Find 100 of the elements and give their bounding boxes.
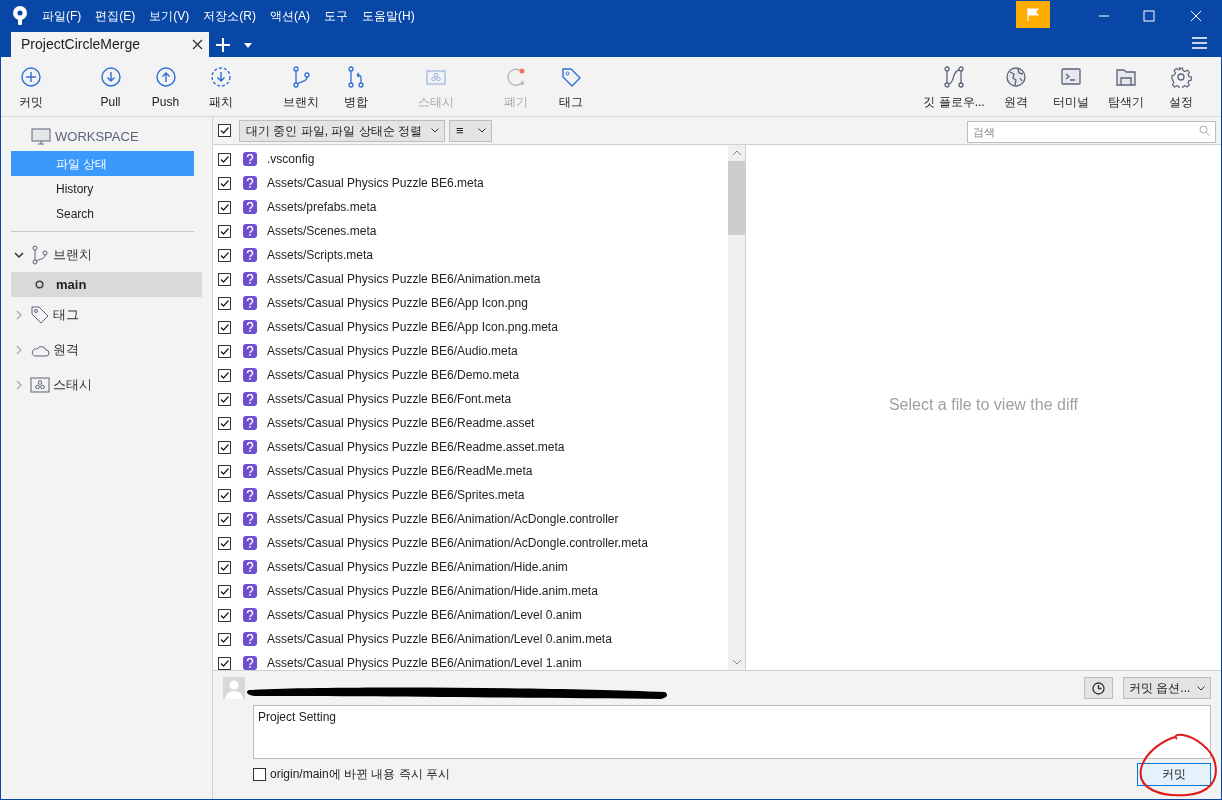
- file-path[interactable]: Assets/Casual Physics Puzzle BE6/Sprites.meta: [267, 486, 525, 504]
- file-path[interactable]: Assets/Casual Physics Puzzle BE6/Animation/Hide.anim: [267, 558, 568, 576]
- branch-item[interactable]: main: [11, 272, 202, 297]
- checkbox[interactable]: [218, 416, 231, 430]
- checkbox[interactable]: [218, 176, 231, 190]
- menu-item[interactable]: 편집(E): [95, 7, 136, 25]
- checkbox[interactable]: [218, 464, 231, 478]
- file-path[interactable]: Assets/Casual Physics Puzzle BE6/Animation/Level 0.anim.meta: [267, 630, 612, 648]
- file-path[interactable]: Assets/Casual Physics Puzzle BE6/Animation/Level 0.anim: [267, 606, 582, 624]
- file-path[interactable]: Assets/Casual Physics Puzzle BE6/Font.meta: [267, 390, 512, 408]
- toolbar-button[interactable]: 설정: [1153, 57, 1208, 111]
- checkbox[interactable]: [218, 296, 231, 310]
- file-path[interactable]: Assets/Casual Physics Puzzle BE6/Animation/AcDongle.controller.meta: [267, 534, 648, 552]
- untracked-status-icon: [243, 272, 257, 286]
- menu-item[interactable]: 보기(V): [149, 7, 190, 25]
- flag-icon: [1027, 8, 1039, 21]
- scroll-down-icon[interactable]: [732, 660, 741, 665]
- toolbar-button[interactable]: 병합: [328, 57, 383, 111]
- menu-item[interactable]: 도움말(H): [362, 7, 415, 25]
- sidebar-item[interactable]: Search: [11, 201, 194, 226]
- checkbox[interactable]: [218, 632, 231, 646]
- add-tab-icon[interactable]: [216, 38, 230, 52]
- checkbox[interactable]: [218, 560, 231, 574]
- toolbar-button[interactable]: 태그: [543, 57, 598, 111]
- caret-icon[interactable]: [244, 43, 252, 48]
- file-path[interactable]: .vsconfig: [267, 150, 315, 168]
- checkbox[interactable]: [218, 488, 231, 502]
- search-field[interactable]: 검색: [967, 120, 1216, 143]
- checkbox[interactable]: [218, 368, 231, 382]
- untracked-status-icon: [243, 368, 257, 382]
- menu-item[interactable]: 도구: [324, 7, 348, 25]
- menu-item[interactable]: 액션(A): [270, 7, 310, 25]
- monitor-icon: [31, 128, 51, 146]
- file-path[interactable]: Assets/prefabs.meta: [267, 198, 377, 216]
- menu-item[interactable]: 저장소(R): [203, 7, 256, 25]
- menu-item[interactable]: 파일(F): [42, 7, 82, 25]
- commit-options-dropdown[interactable]: 커밋 옵션...: [1123, 677, 1211, 699]
- toolbar-button[interactable]: 터미널: [1043, 57, 1098, 111]
- close-icon[interactable]: [1190, 10, 1202, 22]
- checkbox[interactable]: [218, 272, 231, 286]
- tree-group[interactable]: 브랜치: [11, 237, 202, 272]
- menu-icon[interactable]: [1192, 37, 1207, 49]
- checkbox[interactable]: [218, 608, 231, 622]
- checkbox[interactable]: [218, 152, 231, 166]
- sort-dropdown[interactable]: 대기 중인 파일, 파일 상태순 정렬: [239, 119, 445, 142]
- settings-icon: [1169, 66, 1192, 88]
- toolbar-button[interactable]: 원격: [988, 57, 1043, 111]
- untracked-status-icon: [243, 248, 257, 262]
- checkbox[interactable]: [218, 536, 231, 550]
- file-path[interactable]: Assets/Casual Physics Puzzle BE6/Animation/AcDongle.controller: [267, 510, 619, 528]
- checkbox[interactable]: [218, 392, 231, 406]
- file-path[interactable]: Assets/Casual Physics Puzzle BE6/Animation/Level 1.anim: [267, 654, 582, 670]
- file-path[interactable]: Assets/Casual Physics Puzzle BE6/Demo.meta: [267, 366, 520, 384]
- toolbar-button[interactable]: 브랜치: [273, 57, 328, 111]
- checkbox[interactable]: [218, 440, 231, 454]
- checkbox[interactable]: [218, 200, 231, 214]
- push-checkbox[interactable]: origin/main에 바뀐 내용 즉시 푸시: [253, 765, 451, 783]
- view-dropdown[interactable]: ≡: [449, 119, 492, 142]
- tree-group[interactable]: 원격: [11, 332, 202, 367]
- scrollbar-thumb[interactable]: [728, 161, 745, 235]
- file-path[interactable]: Assets/Scenes.meta: [267, 222, 377, 240]
- checkbox[interactable]: [218, 248, 231, 262]
- chevron-down-icon: [478, 128, 486, 133]
- history-button[interactable]: [1084, 677, 1113, 699]
- toolbar-button[interactable]: Pull: [83, 57, 138, 111]
- chevron-right-icon: [14, 344, 24, 355]
- file-path[interactable]: Assets/Casual Physics Puzzle BE6/App Icon.png.meta: [267, 318, 558, 336]
- file-path[interactable]: Assets/Casual Physics Puzzle BE6/Animation/Hide.anim.meta: [267, 582, 598, 600]
- file-path[interactable]: Assets/Casual Physics Puzzle BE6.meta: [267, 174, 484, 192]
- scrollbar[interactable]: [728, 145, 745, 670]
- file-path[interactable]: Assets/Casual Physics Puzzle BE6/Audio.meta: [267, 342, 518, 360]
- tree-group[interactable]: 스태시: [11, 367, 202, 402]
- toolbar-button[interactable]: 깃 플로우...: [920, 57, 988, 111]
- sidebar-item[interactable]: History: [11, 176, 194, 201]
- empty-diff-message: Select a file to view the diff: [888, 395, 1079, 415]
- checkbox[interactable]: [218, 224, 231, 238]
- checkbox[interactable]: [218, 656, 231, 670]
- file-path[interactable]: Assets/Casual Physics Puzzle BE6/Animation.meta: [267, 270, 541, 288]
- tab[interactable]: ProjectCircleMerge: [11, 32, 209, 57]
- toolbar-button[interactable]: Push: [138, 57, 193, 111]
- toolbar-button[interactable]: 패치: [193, 57, 248, 111]
- maximize-icon[interactable]: [1143, 10, 1155, 22]
- checkbox[interactable]: [218, 124, 231, 137]
- checkbox[interactable]: [218, 344, 231, 358]
- commit-button[interactable]: 커밋: [1137, 762, 1211, 786]
- checkbox[interactable]: [218, 320, 231, 334]
- toolbar-button[interactable]: 커밋: [3, 57, 58, 111]
- untracked-status-icon: [243, 488, 257, 502]
- file-path[interactable]: Assets/Casual Physics Puzzle BE6/Readme.asset: [267, 414, 535, 432]
- tree-group[interactable]: 태그: [11, 297, 202, 332]
- toolbar-button[interactable]: 탐색기: [1098, 57, 1153, 111]
- scroll-up-icon[interactable]: [732, 150, 741, 155]
- checkbox[interactable]: [218, 512, 231, 526]
- checkbox[interactable]: [218, 584, 231, 598]
- file-path[interactable]: Assets/Scripts.meta: [267, 246, 374, 264]
- file-path[interactable]: Assets/Casual Physics Puzzle BE6/Readme.asset.meta: [267, 438, 565, 456]
- file-path[interactable]: Assets/Casual Physics Puzzle BE6/ReadMe.meta: [267, 462, 533, 480]
- commit-message-field[interactable]: Project Setting: [253, 705, 1211, 759]
- chevron-down-icon: [431, 128, 439, 133]
- file-path[interactable]: Assets/Casual Physics Puzzle BE6/App Icon.png: [267, 294, 528, 312]
